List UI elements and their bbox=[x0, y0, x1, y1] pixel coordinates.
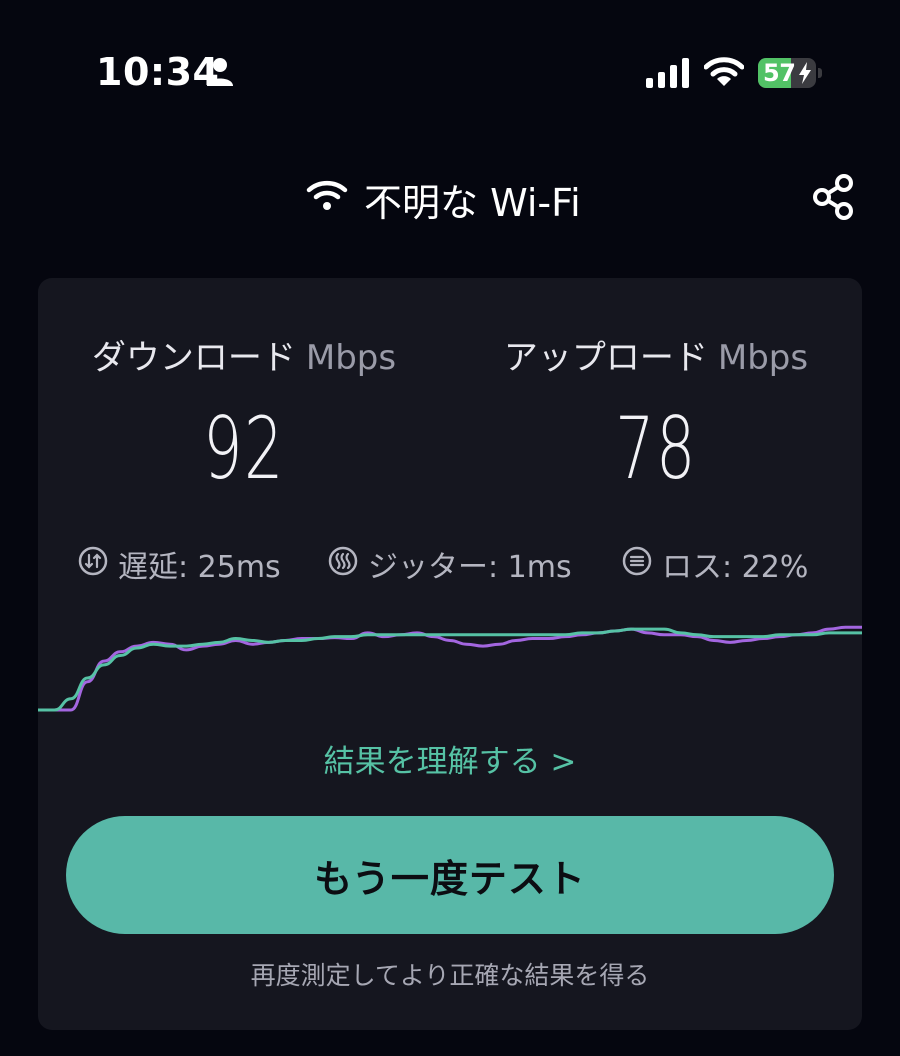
battery-cap bbox=[818, 68, 822, 78]
jitter-text: ジッター: 1ms bbox=[368, 550, 572, 585]
stats-row: 遅延: 25ms ジッター: 1ms ロス: 22% bbox=[38, 540, 862, 585]
cellular-signal-icon bbox=[646, 58, 689, 88]
upload-value: 78 bbox=[615, 399, 697, 499]
battery-level: 57 bbox=[763, 59, 796, 87]
status-time: 10:34 bbox=[96, 50, 220, 94]
status-bar: 10:34 57 bbox=[0, 0, 900, 120]
jitter-icon bbox=[328, 546, 358, 576]
share-icon[interactable] bbox=[808, 172, 858, 222]
retest-button[interactable]: もう一度テスト bbox=[66, 816, 834, 934]
download-value: 92 bbox=[203, 399, 285, 499]
retest-hint: 再度測定してより正確な結果を得る bbox=[250, 961, 650, 990]
network-name: 不明な Wi-Fi bbox=[364, 181, 581, 225]
upload-unit: Mbps bbox=[717, 338, 809, 378]
chart-series-line-1 bbox=[38, 625, 862, 712]
download-unit: Mbps bbox=[305, 338, 397, 378]
latency-text: 遅延: 25ms bbox=[118, 550, 281, 585]
speed-chart bbox=[38, 625, 862, 712]
download-label: ダウンロード bbox=[91, 338, 296, 378]
wifi-icon bbox=[704, 57, 744, 86]
person-icon bbox=[207, 58, 233, 86]
upload-metric: アップロード Mbps 78 bbox=[450, 330, 862, 499]
loss-text: ロス: 22% bbox=[662, 550, 809, 585]
bolt-icon bbox=[799, 62, 811, 84]
upload-label: アップロード bbox=[503, 338, 708, 378]
loss-icon bbox=[622, 546, 652, 576]
network-header: 不明な Wi-Fi bbox=[0, 170, 900, 226]
download-metric: ダウンロード Mbps 92 bbox=[38, 330, 450, 499]
understand-results-link[interactable]: 結果を理解する > bbox=[38, 736, 862, 781]
battery-charging-icon: 57 bbox=[758, 58, 816, 88]
wifi-icon bbox=[306, 180, 348, 210]
results-card: ダウンロード Mbps 92 アップロード Mbps 78 遅延: 25ms ジッタ bbox=[38, 278, 862, 1030]
latency-icon bbox=[78, 546, 108, 576]
